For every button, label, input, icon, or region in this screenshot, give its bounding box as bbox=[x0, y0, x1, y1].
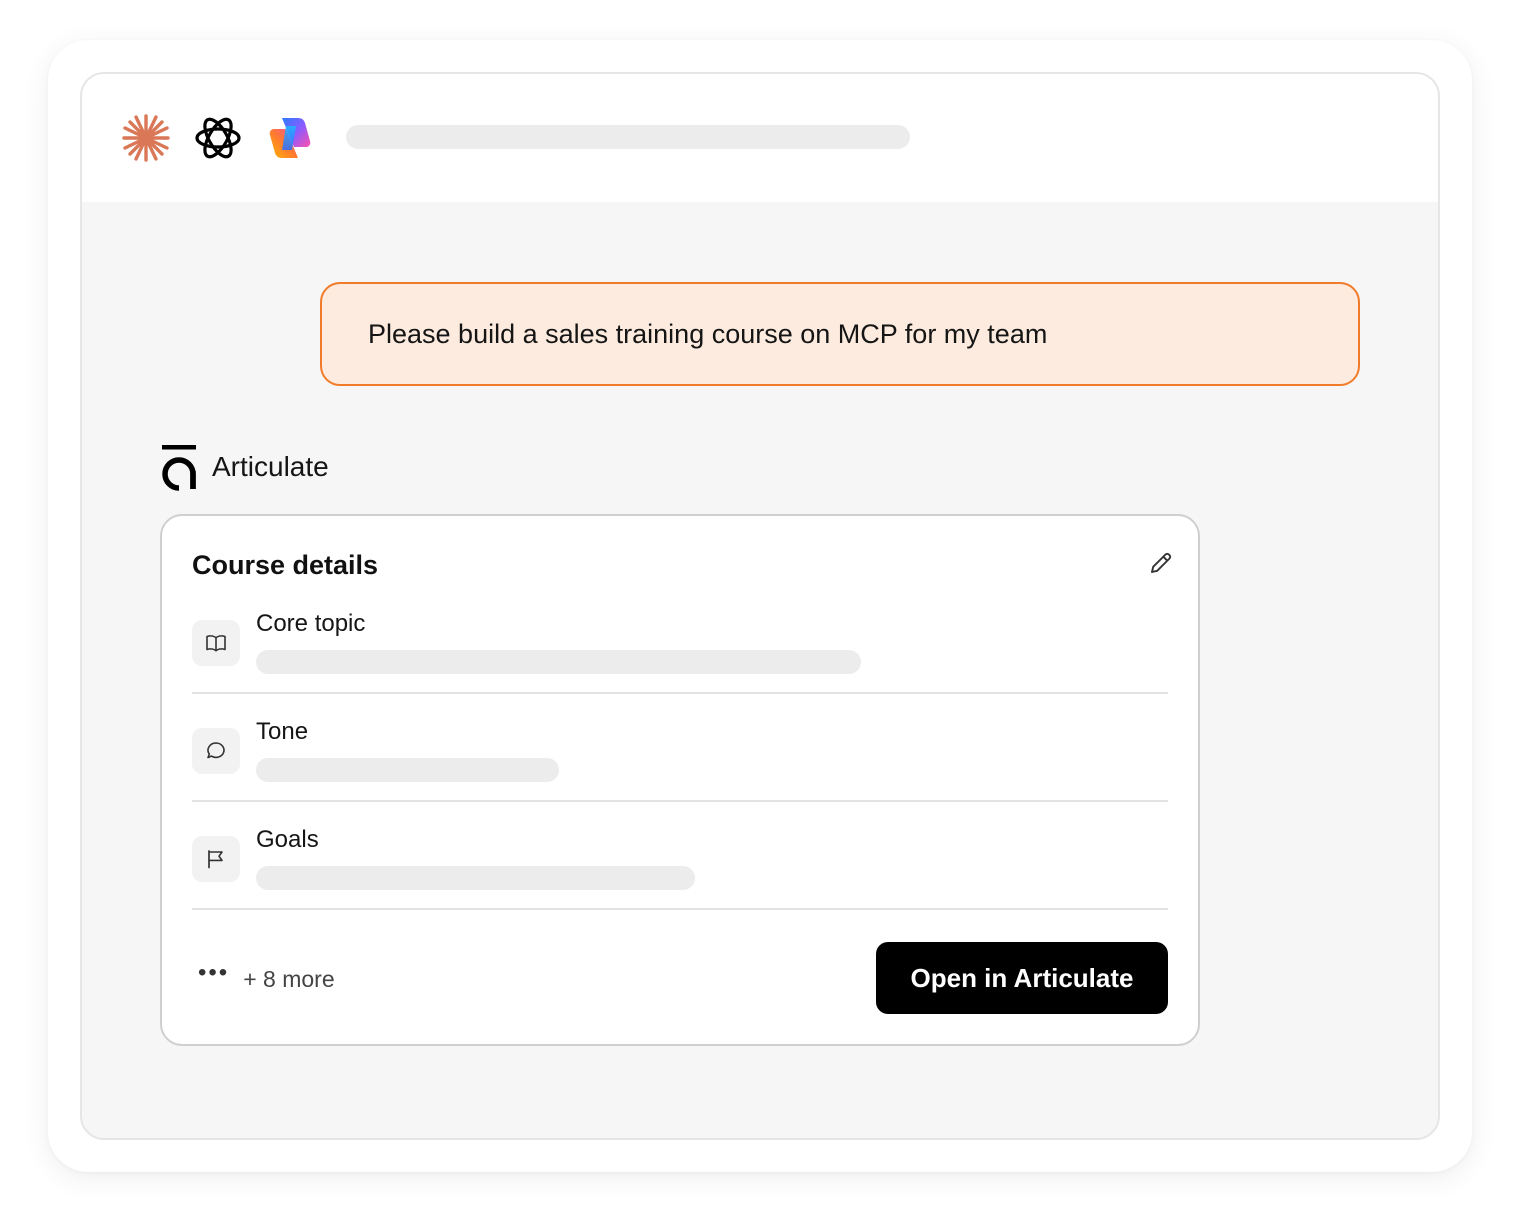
book-icon bbox=[192, 620, 240, 666]
assistant-name: Articulate bbox=[212, 451, 329, 482]
card-title: Course details bbox=[192, 550, 379, 580]
row-label-goals: Goals bbox=[256, 826, 319, 853]
header-placeholder-bar bbox=[346, 125, 910, 149]
openai-knot-icon[interactable] bbox=[192, 112, 244, 164]
ellipsis-icon: ••• bbox=[198, 959, 230, 986]
articulate-logo-icon bbox=[160, 443, 198, 491]
more-count-label: + 8 more bbox=[243, 965, 335, 992]
user-message-bubble: Please build a sales training course on … bbox=[320, 282, 1360, 386]
user-message-text: Please build a sales training course on … bbox=[368, 318, 1048, 349]
assistant-header: Articulate bbox=[160, 442, 329, 492]
course-details-card: Course details Core topic Tone Goals •••… bbox=[160, 514, 1200, 1046]
show-more-link[interactable]: ••• + 8 more bbox=[198, 959, 335, 994]
open-in-articulate-button[interactable]: Open in Articulate bbox=[876, 942, 1168, 1014]
flag-icon bbox=[192, 836, 240, 882]
edit-button[interactable] bbox=[1142, 544, 1180, 582]
speech-bubble-icon bbox=[192, 728, 240, 774]
detail-row-goals[interactable]: Goals bbox=[192, 802, 1168, 910]
row-value-placeholder bbox=[256, 650, 861, 674]
row-value-placeholder bbox=[256, 866, 695, 890]
copilot-icon[interactable] bbox=[264, 112, 316, 164]
pencil-icon bbox=[1151, 552, 1172, 573]
top-bar bbox=[82, 74, 1438, 202]
chat-app-window: Please build a sales training course on … bbox=[80, 72, 1440, 1140]
claude-sparkle-icon[interactable] bbox=[120, 112, 172, 164]
detail-row-core-topic[interactable]: Core topic bbox=[192, 586, 1168, 694]
row-label-tone: Tone bbox=[256, 718, 309, 745]
row-label-core-topic: Core topic bbox=[256, 610, 366, 637]
detail-row-tone[interactable]: Tone bbox=[192, 694, 1168, 802]
row-value-placeholder bbox=[256, 758, 559, 782]
